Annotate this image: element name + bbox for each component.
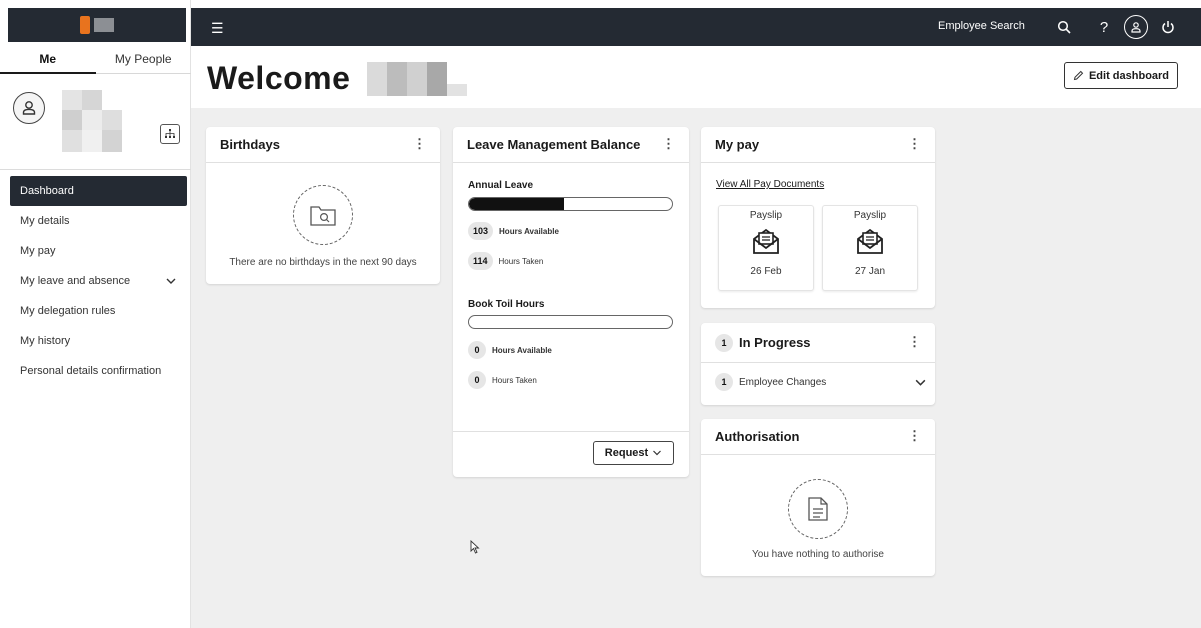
count-badge: 103 — [468, 222, 494, 240]
payslip-date: 26 Feb — [750, 266, 782, 277]
payslip-label: Payslip — [853, 210, 887, 221]
employee-search-link[interactable]: Employee Search — [938, 20, 1025, 32]
my-pay-card: My pay ⋮ View All Pay Documents Payslip … — [701, 127, 935, 308]
chevron-down-icon — [166, 278, 176, 284]
annual-leave-progress — [468, 197, 673, 211]
sidebar-item-my-leave[interactable]: My leave and absence — [0, 266, 191, 296]
kebab-menu-icon[interactable]: ⋮ — [908, 335, 921, 348]
request-label: Request — [604, 447, 649, 459]
request-button[interactable]: Request — [593, 441, 674, 465]
power-icon[interactable] — [1157, 16, 1179, 38]
count-badge: 0 — [468, 341, 486, 359]
view-all-pay-documents-link[interactable]: View All Pay Documents — [716, 179, 824, 190]
search-icon[interactable] — [1053, 16, 1075, 38]
chevron-down-icon — [653, 450, 662, 456]
sidebar-item-my-details[interactable]: My details — [0, 206, 191, 236]
my-pay-title: My pay — [715, 137, 760, 152]
empty-folder-icon — [293, 185, 353, 245]
authorisation-card: Authorisation ⋮ You have nothing to auth… — [701, 419, 935, 576]
employee-changes-label: Employee Changes — [739, 376, 827, 388]
card-divider — [453, 431, 689, 432]
toil-hours-progress — [468, 315, 673, 329]
company-logo[interactable] — [8, 8, 186, 42]
authorisation-card-header: Authorisation ⋮ — [701, 419, 935, 455]
tab-my-people[interactable]: My People — [95, 50, 191, 74]
payslip-envelope-icon — [857, 228, 883, 254]
sidebar-item-dashboard[interactable]: Dashboard — [10, 176, 187, 206]
birthdays-card-header: Birthdays ⋮ — [206, 127, 440, 163]
payslip-date: 27 Jan — [854, 266, 886, 277]
leave-card-header: Leave Management Balance ⋮ — [453, 127, 689, 163]
count-badge: 1 — [715, 373, 733, 391]
kebab-menu-icon[interactable]: ⋮ — [908, 137, 921, 150]
stat-label: Hours Taken — [498, 256, 544, 266]
sidebar-item-personal-details-confirmation[interactable]: Personal details confirmation — [0, 356, 191, 386]
birthdays-empty-text: There are no birthdays in the next 90 da… — [229, 257, 417, 268]
kebab-menu-icon[interactable]: ⋮ — [662, 137, 675, 150]
chevron-down-icon — [915, 379, 926, 386]
page-title: Welcome — [207, 60, 351, 96]
profile-icon[interactable] — [1124, 15, 1148, 39]
mouse-cursor-icon — [470, 540, 480, 554]
menu-icon[interactable]: ☰ — [211, 20, 224, 37]
toil-hours-taken: 0 Hours Taken — [468, 371, 537, 389]
org-chart-button[interactable] — [160, 124, 180, 144]
org-chart-icon — [165, 129, 175, 138]
authorisation-title: Authorisation — [715, 429, 800, 444]
payslip-tile[interactable]: Payslip 27 Jan — [822, 205, 918, 291]
stat-label: Hours Available — [492, 345, 552, 355]
annual-leave-label: Annual Leave — [468, 180, 534, 191]
logo-text — [94, 18, 114, 32]
birthdays-card: Birthdays ⋮ There are no birthdays in th… — [206, 127, 440, 284]
toil-hours-available: 0 Hours Available — [468, 341, 552, 359]
in-progress-title: In Progress — [739, 335, 811, 350]
dashboard-content: Birthdays ⋮ There are no birthdays in th… — [191, 108, 1201, 628]
kebab-menu-icon[interactable]: ⋮ — [908, 429, 921, 442]
edit-dashboard-button[interactable]: Edit dashboard — [1064, 62, 1178, 89]
my-pay-card-header: My pay ⋮ — [701, 127, 935, 163]
annual-leave-progress-fill — [469, 198, 565, 210]
sidebar-nav: Dashboard My details My pay My leave and… — [0, 176, 191, 386]
edit-dashboard-label: Edit dashboard — [1088, 69, 1170, 82]
user-avatar-icon — [13, 92, 45, 124]
leave-balance-card: Leave Management Balance ⋮ Annual Leave … — [453, 127, 689, 477]
empty-document-icon — [788, 479, 848, 539]
sidebar-item-my-history[interactable]: My history — [0, 326, 191, 356]
stat-label: Hours Taken — [492, 375, 537, 385]
logo-mark — [80, 16, 90, 34]
page-header: Welcome Edit dashboard — [191, 46, 1201, 108]
in-progress-card-header: 1 In Progress ⋮ — [701, 323, 935, 363]
employee-changes-row[interactable]: 1 Employee Changes — [715, 373, 927, 391]
sidebar-item-my-pay[interactable]: My pay — [0, 236, 191, 266]
authorisation-empty-text: You have nothing to authorise — [752, 549, 884, 560]
payslip-tile[interactable]: Payslip 26 Feb — [718, 205, 814, 291]
sidebar-item-label: My leave and absence — [20, 275, 131, 287]
top-bar: ☰ Employee Search ? — [191, 8, 1201, 46]
sidebar-tabs: Me My People — [0, 50, 191, 74]
toil-hours-label: Book Toil Hours — [468, 299, 545, 310]
birthdays-title: Birthdays — [220, 137, 280, 152]
leave-title: Leave Management Balance — [467, 137, 641, 152]
annual-hours-available: 103 Hours Available — [468, 222, 559, 240]
sidebar-item-delegation-rules[interactable]: My delegation rules — [0, 296, 191, 326]
stat-label: Hours Available — [499, 226, 559, 236]
in-progress-card: 1 In Progress ⋮ 1 Employee Changes — [701, 323, 935, 405]
help-icon[interactable]: ? — [1093, 16, 1115, 38]
annual-hours-taken: 114 Hours Taken — [468, 252, 543, 270]
tab-me[interactable]: Me — [0, 50, 96, 74]
count-badge: 0 — [468, 371, 486, 389]
payslip-label: Payslip — [749, 210, 783, 221]
pencil-icon — [1073, 70, 1084, 81]
count-badge: 114 — [468, 252, 493, 270]
sidebar: Me My People Dashboard My details My pay… — [0, 0, 191, 628]
payslip-envelope-icon — [753, 228, 779, 254]
profile-panel — [0, 75, 191, 170]
kebab-menu-icon[interactable]: ⋮ — [413, 137, 426, 150]
in-progress-count-badge: 1 — [715, 333, 733, 352]
